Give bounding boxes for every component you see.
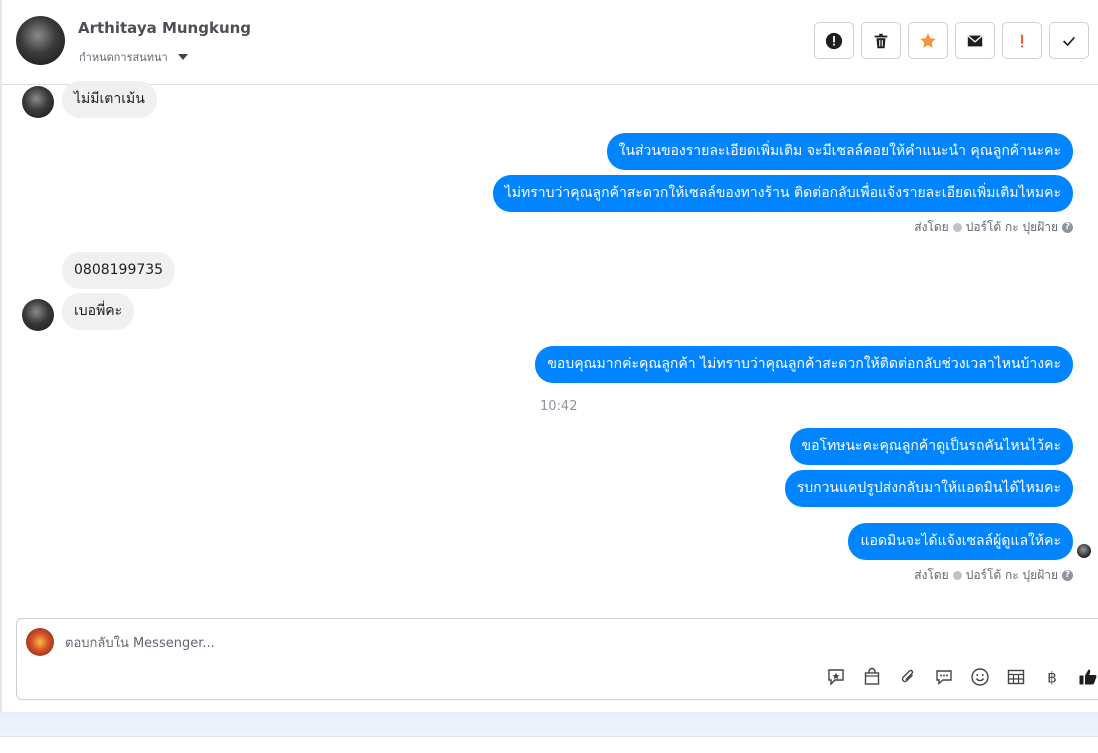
- help-icon[interactable]: ?: [1062, 222, 1073, 233]
- mark-spam-button[interactable]: [814, 22, 854, 59]
- appointment-button[interactable]: [1005, 666, 1027, 688]
- conversation-header: Arthitaya Mungkung กำหนดการสนทนา: [2, 0, 1098, 85]
- conversation-panel: Arthitaya Mungkung กำหนดการสนทนา ไม่มีเต…: [0, 0, 1098, 712]
- outgoing-message[interactable]: ไม่ทราบว่าคุณลูกค้าสะดวกให้เซลล์ของทางร้…: [492, 175, 1073, 212]
- reply-composer: ตอบกลับใน Messenger... ฿: [16, 618, 1098, 700]
- header-toolbar: [814, 22, 1089, 59]
- trash-icon: [874, 33, 888, 48]
- mark-done-button[interactable]: [1049, 22, 1089, 59]
- reply-input[interactable]: ตอบกลับใน Messenger...: [65, 632, 215, 653]
- follow-up-button[interactable]: [1002, 22, 1042, 59]
- emoji-button[interactable]: [969, 666, 991, 688]
- conversation-settings-dropdown[interactable]: กำหนดการสนทนา: [79, 48, 188, 66]
- star-icon: [920, 32, 936, 48]
- baht-icon: ฿: [1047, 669, 1057, 687]
- mark-unread-button[interactable]: [955, 22, 995, 59]
- incoming-message[interactable]: 0808199735: [62, 252, 176, 289]
- outgoing-message[interactable]: ในส่วนของรายละเอียดเพิ่มเติม จะมีเซลล์คอ…: [606, 133, 1073, 170]
- attach-button[interactable]: [897, 666, 919, 688]
- like-button[interactable]: [1077, 666, 1098, 688]
- incoming-message[interactable]: เบอพี่คะ: [62, 293, 135, 330]
- shop-button[interactable]: [861, 666, 883, 688]
- shopping-bag-icon: [864, 667, 880, 685]
- caret-down-icon: [177, 54, 188, 60]
- outgoing-message[interactable]: รบกวนแคปรูปส่งกลับมาให้แอดมินได้ไหมคะ: [784, 470, 1073, 507]
- message-list[interactable]: ไม่มีเตาเม้น ในส่วนของรายละเอียดเพิ่มเติ…: [2, 81, 1098, 616]
- star-button[interactable]: [908, 22, 948, 59]
- panel-footer-band: [0, 712, 1098, 736]
- page-bottom-bar: [0, 736, 1098, 753]
- page-avatar: [26, 628, 54, 656]
- outgoing-message[interactable]: แอดมินจะได้แจ้งเซลล์ผู้ดูแลให้คะ: [848, 523, 1073, 560]
- sent-by-info: ส่งโดย ปอร์โต้ กะ ปุยฝ้าย ?: [914, 218, 1073, 237]
- sent-by-sender: ปอร์โต้ กะ ปุยฝ้าย: [965, 568, 1058, 582]
- saved-reply-icon: [828, 669, 844, 686]
- paperclip-icon: [901, 669, 914, 683]
- verified-icon: [952, 571, 962, 580]
- chat-bubble-icon: [936, 670, 952, 686]
- composer-toolbar: ฿: [825, 666, 1098, 688]
- contact-avatar[interactable]: [16, 16, 65, 65]
- seen-indicator-avatar: [1077, 544, 1091, 558]
- quick-reply-button[interactable]: [933, 666, 955, 688]
- thumbs-up-icon: [1079, 669, 1097, 685]
- payment-button[interactable]: ฿: [1041, 666, 1063, 688]
- check-icon: [1063, 36, 1076, 46]
- contact-name[interactable]: Arthitaya Mungkung: [78, 19, 251, 37]
- outgoing-message[interactable]: ขอบคุณมากค่ะคุณลูกค้า ไม่ทราบว่าคุณลูกค้…: [535, 346, 1073, 383]
- verified-icon: [952, 223, 962, 232]
- contact-avatar-small: [22, 86, 54, 118]
- delete-button[interactable]: [861, 22, 901, 59]
- help-icon[interactable]: ?: [1062, 570, 1073, 581]
- sent-by-label: ส่งโดย: [914, 568, 949, 582]
- conversation-settings-label: กำหนดการสนทนา: [79, 51, 168, 64]
- sent-by-sender: ปอร์โต้ กะ ปุยฝ้าย: [965, 220, 1058, 234]
- message-timestamp: 10:42: [540, 399, 578, 414]
- table-icon: [1007, 669, 1025, 685]
- outgoing-message[interactable]: ขอโทษนะคะคุณลูกค้าดูเป็นรถคันไหนไว้คะ: [789, 428, 1073, 465]
- sent-by-label: ส่งโดย: [914, 220, 949, 234]
- envelope-icon: [967, 34, 983, 46]
- exclamation-icon: [1021, 34, 1024, 47]
- incoming-message[interactable]: ไม่มีเตาเม้น: [62, 81, 157, 118]
- alert-circle-icon: [825, 32, 843, 49]
- saved-reply-button[interactable]: [825, 666, 847, 688]
- svg-text:฿: ฿: [1047, 669, 1057, 687]
- sent-by-info: ส่งโดย ปอร์โต้ กะ ปุยฝ้าย ?: [914, 566, 1073, 585]
- contact-avatar-small: [22, 299, 54, 331]
- smiley-icon: [971, 668, 989, 686]
